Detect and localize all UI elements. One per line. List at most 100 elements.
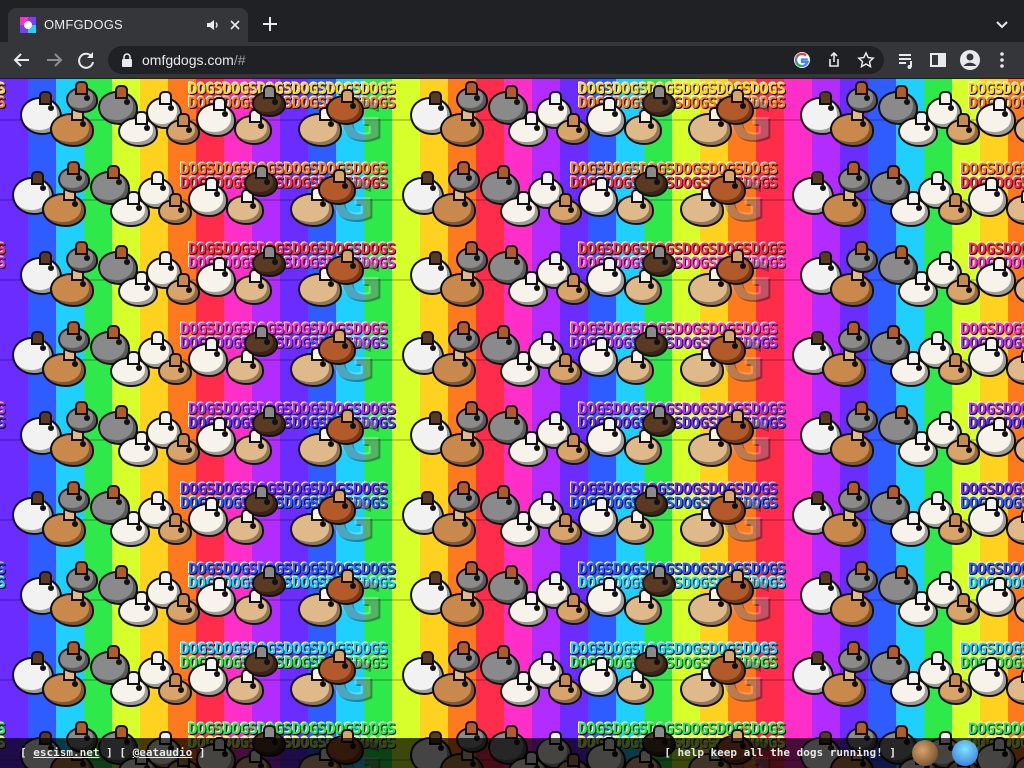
dog-ear <box>171 675 180 685</box>
dog-sprite <box>458 563 486 591</box>
dog-sprite <box>246 487 276 515</box>
dog-ear <box>77 723 86 733</box>
dog-ear <box>459 163 468 173</box>
dog-ear <box>171 515 180 525</box>
dog-ear <box>543 653 552 663</box>
dog-ear <box>171 195 180 205</box>
reload-icon[interactable] <box>72 46 100 74</box>
dog-sprite <box>948 435 978 463</box>
dog-sprite <box>970 659 1006 695</box>
dog-sprite <box>228 511 262 543</box>
dog-ear <box>265 407 274 417</box>
tab-omfgdogs[interactable]: OMFGDOGS <box>8 8 248 42</box>
dog-sprite <box>228 671 262 703</box>
dog-sprite <box>450 483 478 511</box>
dog-sprite <box>940 675 970 703</box>
arrow-right-icon[interactable] <box>40 46 68 74</box>
google-icon[interactable] <box>792 50 812 70</box>
dog-ear <box>467 83 476 93</box>
close-icon[interactable] <box>226 16 244 34</box>
dog-ear <box>77 243 86 253</box>
dog-sprite <box>52 589 92 625</box>
dog-ear <box>543 493 552 503</box>
dog-ear <box>951 355 960 365</box>
dog-ear <box>257 487 266 497</box>
dog-ear <box>69 163 78 173</box>
media-queue-icon[interactable] <box>892 46 920 74</box>
dog-ear <box>569 595 578 605</box>
dog-sprite <box>328 251 362 283</box>
dog-sprite <box>434 189 474 225</box>
dog-ear <box>69 643 78 653</box>
dog-ear <box>109 647 118 657</box>
dog-ear <box>655 407 664 417</box>
dog-ear <box>655 247 664 257</box>
dog-sprite <box>482 327 518 363</box>
dog-ear <box>821 573 830 583</box>
star-icon[interactable] <box>856 50 876 70</box>
dog-ear <box>561 675 570 685</box>
dog-ear <box>821 413 830 423</box>
dog-sprite <box>580 339 616 375</box>
dog-sprite <box>644 247 674 275</box>
dog-sprite <box>1016 437 1024 463</box>
dog-ear <box>33 493 42 503</box>
dog-ear <box>647 647 656 657</box>
dog-icon[interactable] <box>912 740 938 766</box>
dog-ear <box>33 333 42 343</box>
address-bar[interactable]: omfgdogs.com/# <box>108 46 884 74</box>
dog-sprite <box>434 509 474 545</box>
dog-ear <box>543 333 552 343</box>
dog-ear <box>117 247 126 257</box>
dog-sprite <box>190 499 226 535</box>
dog-ear <box>897 87 906 97</box>
dog-sprite <box>60 323 88 351</box>
profile-icon[interactable] <box>956 46 984 74</box>
dog-ear <box>909 513 918 523</box>
dog-ear <box>77 403 86 413</box>
dog-sprite <box>198 99 234 135</box>
dog-sprite <box>832 589 872 625</box>
side-panel-icon[interactable] <box>924 46 952 74</box>
dog-ear <box>335 491 344 501</box>
dog-sprite <box>872 167 908 203</box>
eataudio-link[interactable]: @eataudio <box>133 746 193 759</box>
dog-sprite <box>502 193 538 225</box>
favicon-icon <box>20 17 36 33</box>
dog-ear <box>897 567 906 577</box>
dog-sprite <box>100 567 136 603</box>
dog-sprite <box>978 259 1014 295</box>
mermaid-icon[interactable] <box>952 740 978 766</box>
tile-row: DOGSDOGSDOGSDOGSDOGSDOGSDOGSDOGSDOGSDOGS… <box>0 559 1024 639</box>
dog-ear <box>129 193 138 203</box>
escism-link[interactable]: escism.net <box>33 746 99 759</box>
chevron-down-icon[interactable] <box>990 12 1014 36</box>
tab-strip: OMFGDOGS <box>0 0 1024 42</box>
arrow-left-icon[interactable] <box>8 46 36 74</box>
dog-ear <box>41 253 50 263</box>
dog-ear <box>265 247 274 257</box>
share-icon[interactable] <box>824 50 844 70</box>
plus-icon[interactable] <box>258 12 282 36</box>
dog-ear <box>909 673 918 683</box>
dog-sprite <box>848 83 876 111</box>
donate-link[interactable]: [ help keep all the dogs running! ] <box>664 746 896 759</box>
dog-sprite <box>588 579 624 615</box>
speaker-icon[interactable] <box>204 16 222 34</box>
dog-ear <box>909 353 918 363</box>
dog-sprite <box>112 673 148 705</box>
dog-ear <box>959 595 968 605</box>
dog-ear <box>137 113 146 123</box>
lock-icon[interactable] <box>120 53 134 67</box>
dog-ear <box>179 595 188 605</box>
dog-sprite <box>198 579 234 615</box>
dog-ear <box>153 333 162 343</box>
url-text[interactable]: omfgdogs.com/# <box>142 52 246 68</box>
dog-sprite <box>254 407 284 435</box>
dog-ear <box>569 115 578 125</box>
dog-ear <box>467 723 476 733</box>
dog-sprite <box>92 327 128 363</box>
kebab-menu-icon[interactable] <box>988 46 1016 74</box>
dog-sprite <box>246 327 276 355</box>
dog-sprite <box>502 513 538 545</box>
